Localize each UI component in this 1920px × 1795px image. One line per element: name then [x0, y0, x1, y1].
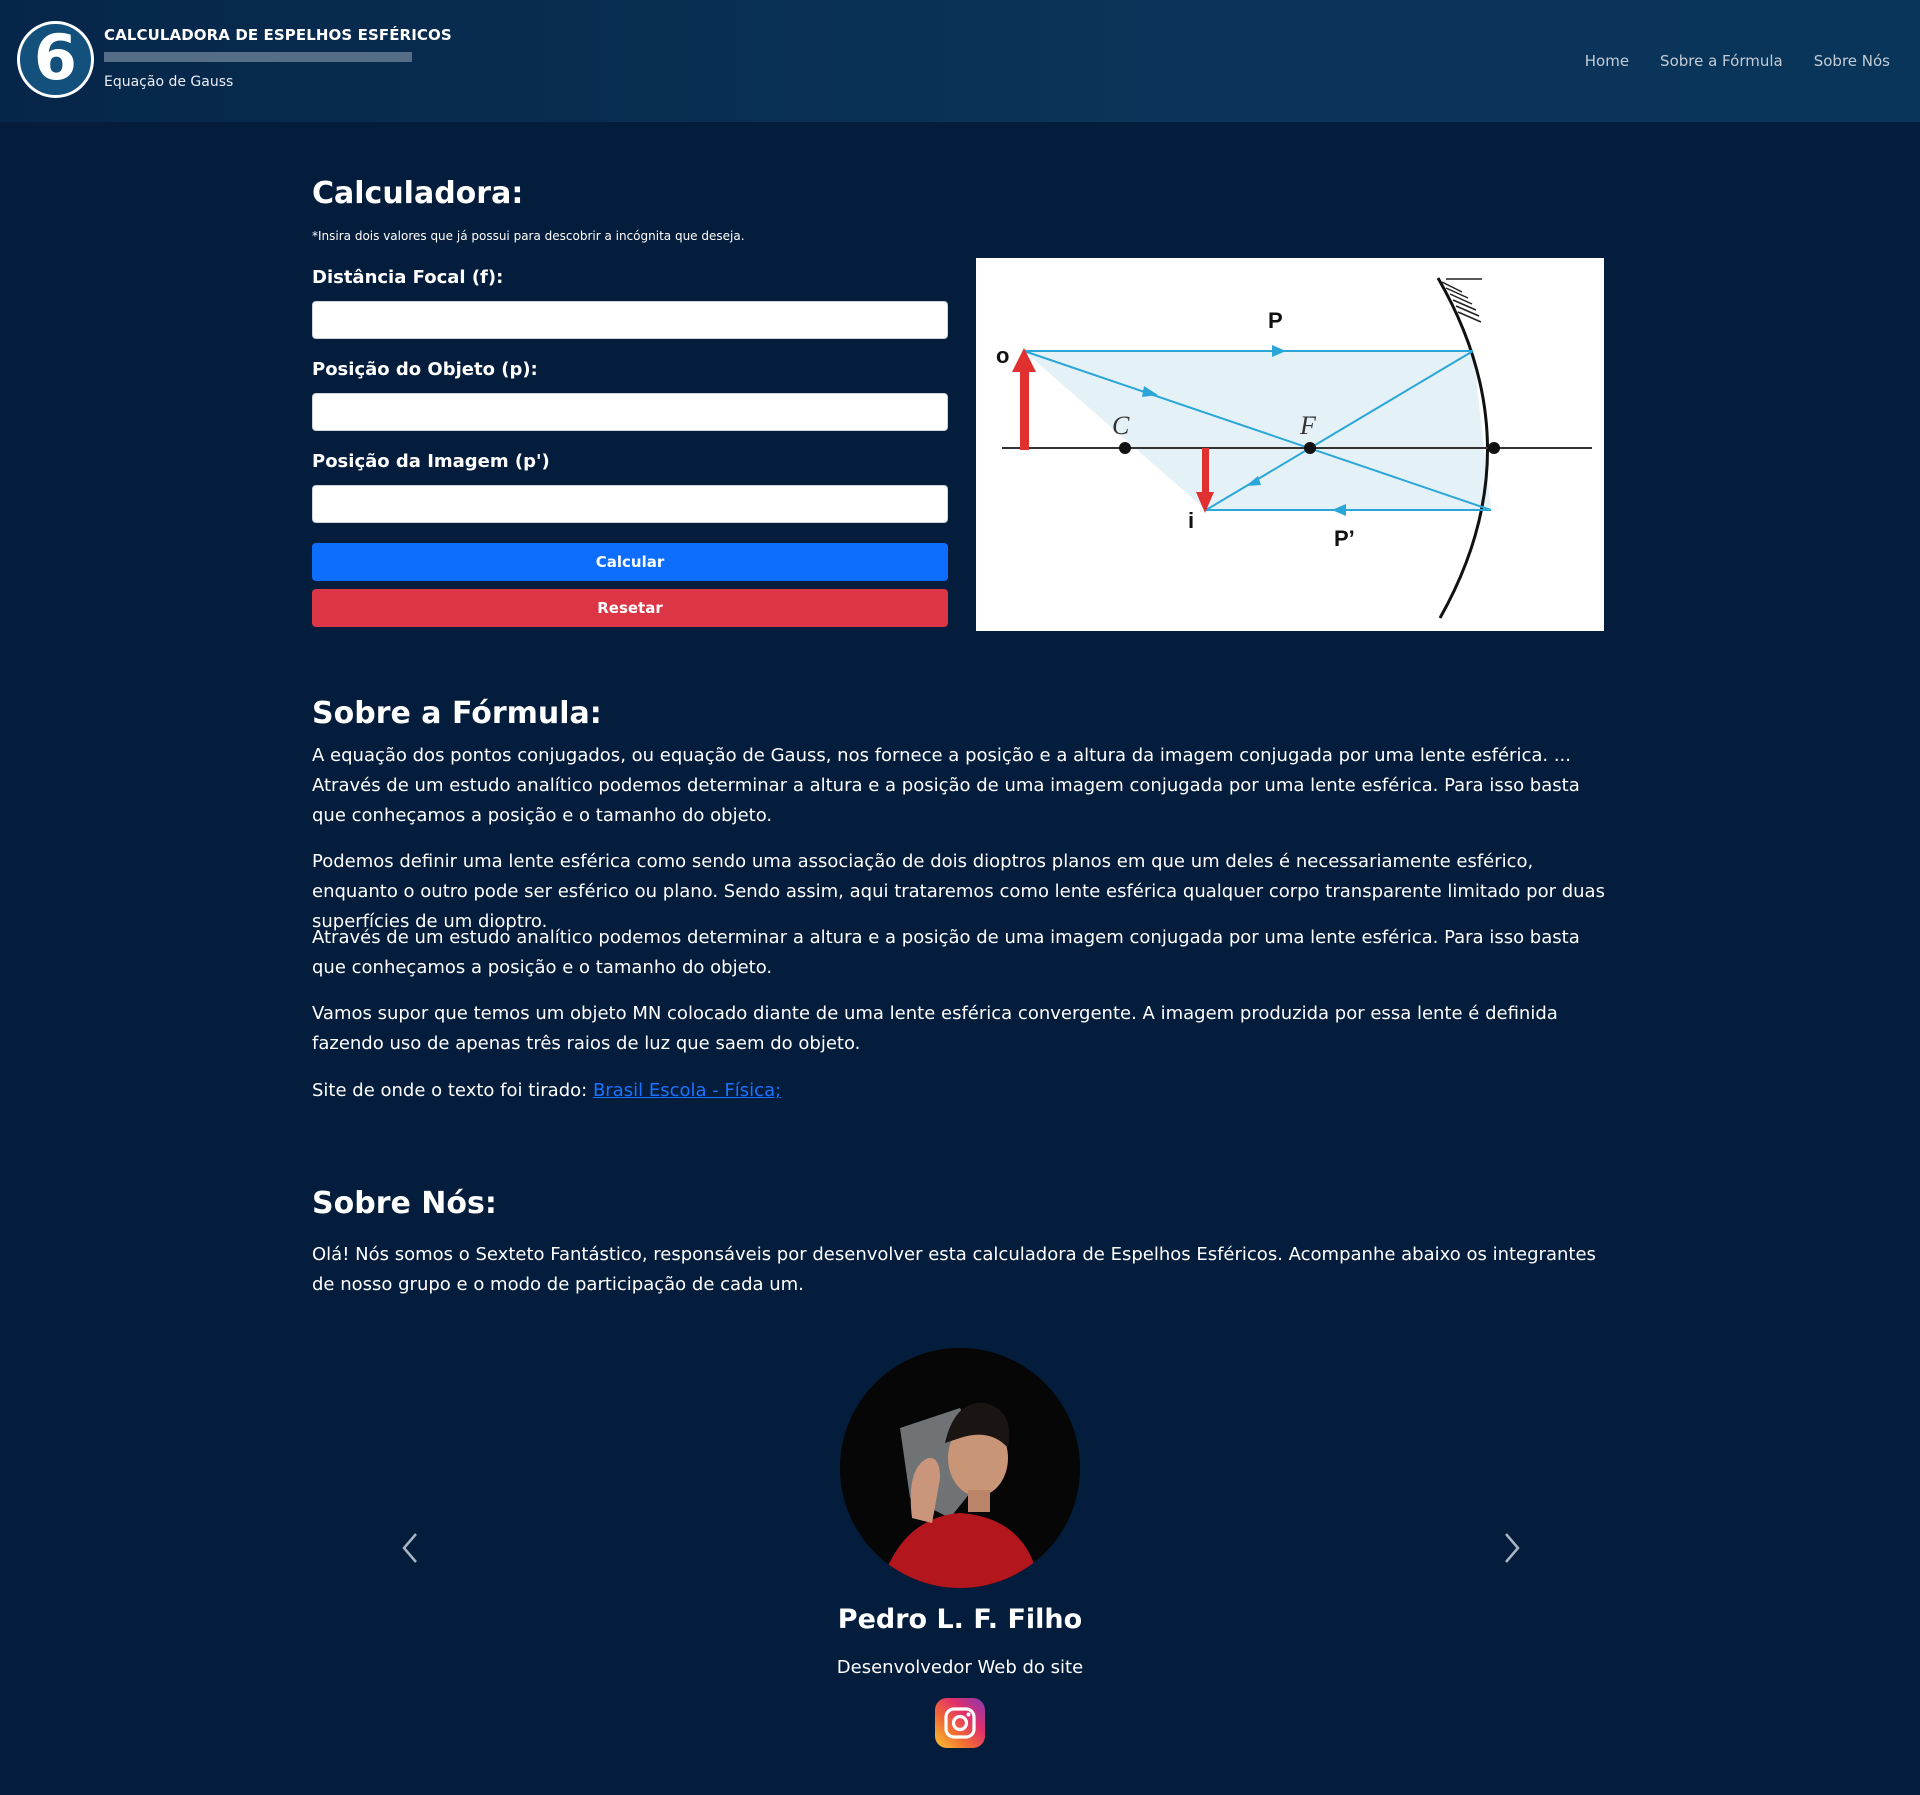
logo-glyph: 6: [33, 20, 78, 94]
site-subtitle: Equação de Gauss: [104, 74, 234, 90]
image-arrow: [1202, 448, 1209, 496]
instagram-glyph: [944, 1707, 976, 1739]
site-title: CALCULADORA DE ESPELHOS ESFÉRICOS: [104, 26, 452, 44]
formula-paragraph-1: A equação dos pontos conjugados, ou equa…: [312, 745, 1580, 826]
formula-paragraph-4: Vamos supor que temos um objeto MN coloc…: [312, 1003, 1558, 1054]
focus-point: [1304, 442, 1316, 454]
object-position-input[interactable]: [312, 393, 948, 431]
nav-sobre-nos[interactable]: Sobre Nós: [1814, 52, 1890, 70]
logo-icon[interactable]: 6: [17, 21, 94, 98]
about-title: Sobre Nós:: [312, 1186, 497, 1221]
member-avatar: [840, 1348, 1080, 1588]
label-c: C: [1112, 411, 1130, 440]
object-position-label: Posição do Objeto (p):: [312, 359, 538, 380]
calculator-title: Calculadora:: [312, 176, 524, 211]
about-intro: Olá! Nós somos o Sexteto Fantástico, res…: [312, 1244, 1596, 1295]
reset-button[interactable]: Resetar: [312, 589, 948, 627]
mirror-hatch: [1441, 278, 1482, 323]
nav-home[interactable]: Home: [1585, 52, 1629, 70]
image-position-label: Posição da Imagem (p'): [312, 451, 550, 472]
focal-distance-input[interactable]: [312, 301, 948, 339]
label-p-prime: P’: [1334, 526, 1355, 551]
label-i: i: [1188, 508, 1194, 533]
vertex-point: [1488, 442, 1500, 454]
member-role: Desenvolvedor Web do site: [836, 1657, 1084, 1678]
center-point: [1119, 442, 1131, 454]
label-f: F: [1299, 411, 1317, 440]
mirror-diagram-svg: o i P P’ C F: [996, 277, 1592, 619]
source-prefix: Site de onde o texto foi tirado:: [312, 1080, 593, 1101]
label-p: P: [1268, 308, 1283, 333]
source-line: Site de onde o texto foi tirado: Brasil …: [312, 1076, 1612, 1106]
focal-distance-label: Distância Focal (f):: [312, 267, 504, 288]
member-photo: [840, 1348, 1080, 1588]
nav-sobre-formula[interactable]: Sobre a Fórmula: [1660, 52, 1783, 70]
calculator-note: *Insira dois valores que já possui para …: [312, 229, 745, 243]
carousel-prev-icon[interactable]: [396, 1530, 426, 1566]
label-o: o: [996, 343, 1009, 368]
source-link[interactable]: Brasil Escola - Física;: [593, 1080, 781, 1101]
formula-paragraph-3: Através de um estudo analítico podemos d…: [312, 927, 1580, 978]
image-position-input[interactable]: [312, 485, 948, 523]
mirror-diagram: o i P P’ C F: [976, 258, 1604, 631]
main-nav: Home Sobre a Fórmula Sobre Nós: [1585, 52, 1890, 70]
title-divider: [104, 52, 412, 62]
carousel-next-icon[interactable]: [1496, 1530, 1526, 1566]
calculate-button[interactable]: Calcular: [312, 543, 948, 581]
formula-title: Sobre a Fórmula:: [312, 696, 602, 731]
member-name: Pedro L. F. Filho: [837, 1604, 1083, 1635]
site-header: 6 CALCULADORA DE ESPELHOS ESFÉRICOS Equa…: [0, 0, 1920, 122]
object-arrow: [1020, 368, 1029, 450]
instagram-icon[interactable]: [935, 1698, 985, 1748]
